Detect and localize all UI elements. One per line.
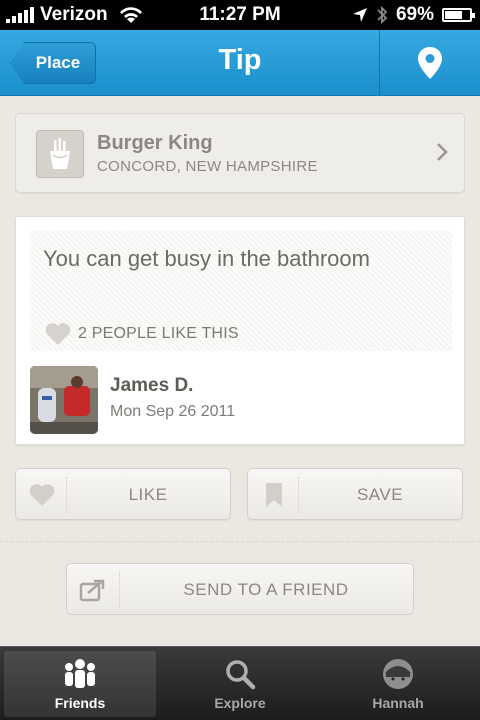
like-button-label: LIKE [128,485,168,504]
search-icon [226,660,256,690]
tab-explore-label: Explore [214,695,266,711]
battery-percent: 69% [395,4,434,25]
map-pin-button[interactable] [380,30,480,96]
likes-summary[interactable]: 2 PEOPLE LIKE THIS [44,322,239,346]
section-divider [0,541,480,542]
tab-friends-label: Friends [54,695,106,711]
author-photo [30,366,98,434]
bookmark-icon [266,483,282,507]
tip-date: Mon Sep 26 2011 [110,403,236,420]
status-bar: Verizon 11:27 PM 69% [0,0,480,30]
venue-card[interactable]: Burger King CONCORD, NEW HAMPSHIRE [15,113,465,193]
location-arrow-icon [352,8,367,22]
friends-icon [65,659,95,688]
likes-text: 2 PEOPLE LIKE THIS [78,325,239,342]
author-name[interactable]: James D. [110,375,193,397]
tab-friends[interactable]: Friends [4,651,156,717]
share-icon [79,579,105,602]
battery-fill [445,11,462,19]
map-pin-icon [418,47,442,79]
tab-friends-icon-wrap [4,657,156,691]
heart-icon [45,323,71,345]
profile-icon [383,659,413,689]
save-button-icon-wrap [258,481,290,509]
save-button[interactable]: SAVE [247,468,463,520]
tab-profile-label: Hannah [372,695,424,711]
venue-category-icon [36,130,84,178]
send-to-friend-button[interactable]: SEND TO A FRIEND [66,563,414,615]
tip-text: You can get busy in the bathroom [43,246,370,271]
like-button[interactable]: LIKE [15,468,231,520]
heart-icon [29,484,55,506]
send-button-label: SEND TO A FRIEND [183,580,349,599]
fries-icon [50,138,70,169]
battery-icon [442,8,475,22]
bluetooth-icon [377,5,388,25]
status-right-group: 69% [352,4,475,26]
tab-bar: Friends Explore Hannah [0,646,480,720]
like-button-icon-wrap [26,481,58,509]
tab-explore-icon-wrap [164,657,316,691]
save-button-label: SAVE [356,485,404,504]
nav-bar: Place Tip [0,30,480,96]
avatar[interactable] [30,366,98,434]
venue-location: CONCORD, NEW HAMPSHIRE [97,158,318,175]
tab-profile-icon-wrap [322,657,474,691]
send-button-icon-wrap [77,576,109,604]
tab-explore[interactable]: Explore [164,651,316,717]
chevron-right-icon [437,143,448,161]
venue-name: Burger King [97,132,213,154]
tab-profile[interactable]: Hannah [322,651,474,717]
tip-card: You can get busy in the bathroom 2 PEOPL… [15,216,465,445]
